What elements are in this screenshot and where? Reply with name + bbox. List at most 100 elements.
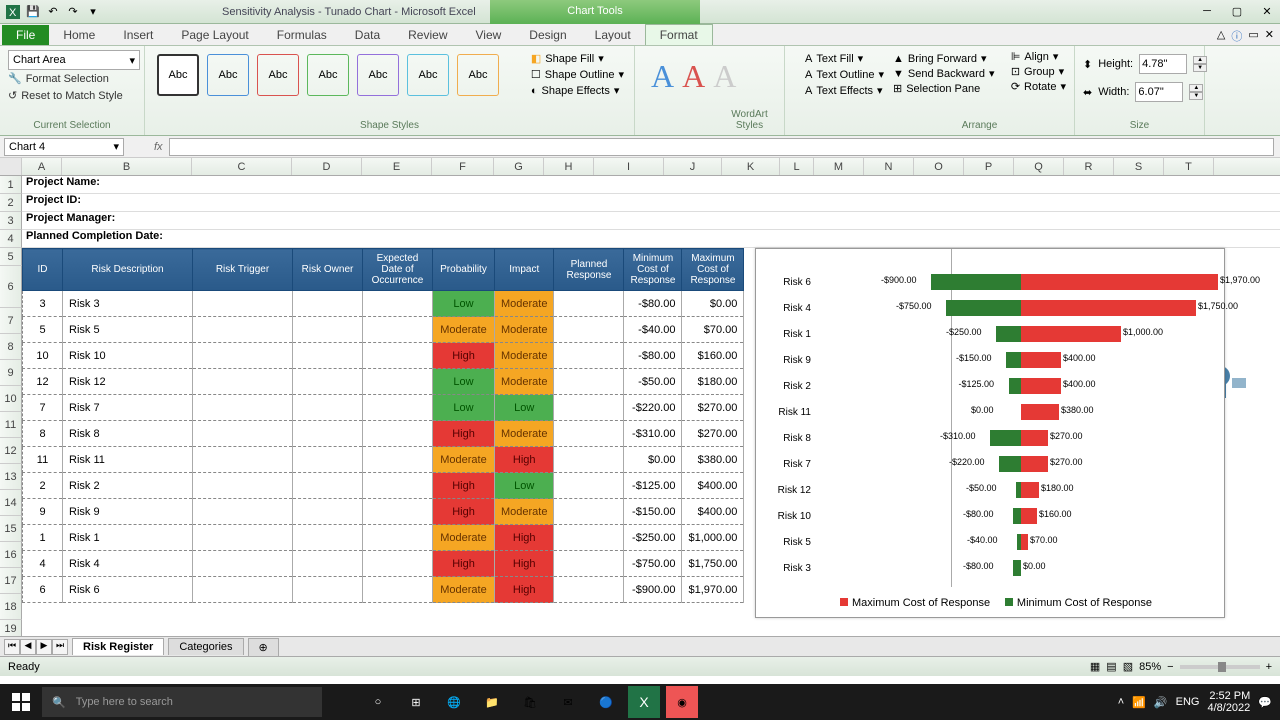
table-row[interactable]: 11Risk 11ModerateHigh$0.00$380.00	[23, 447, 744, 473]
redo-icon[interactable]: ↷	[64, 3, 82, 21]
table-row[interactable]: 10Risk 10HighModerate-$80.00$160.00	[23, 343, 744, 369]
file-tab[interactable]: File	[2, 25, 49, 45]
col-header[interactable]: O	[914, 158, 964, 175]
chrome-icon[interactable]: 🔵	[590, 686, 622, 718]
table-header[interactable]: Risk Description	[63, 249, 193, 291]
row-header[interactable]: 6	[0, 266, 22, 308]
col-header[interactable]: H	[544, 158, 594, 175]
cortana-icon[interactable]: ○	[362, 686, 394, 718]
store-icon[interactable]: 🛍	[514, 686, 546, 718]
last-sheet-icon[interactable]: ⏭	[52, 639, 68, 655]
table-header[interactable]: Planned Response	[554, 249, 624, 291]
volume-icon[interactable]: 🔊	[1154, 696, 1168, 709]
view-break-icon[interactable]: ▧	[1123, 660, 1133, 673]
name-box[interactable]: Chart 4▾	[4, 138, 124, 156]
close-icon[interactable]: ✕	[1258, 2, 1276, 20]
zoom-in-icon[interactable]: +	[1266, 661, 1272, 673]
col-header[interactable]: M	[814, 158, 864, 175]
height-input[interactable]	[1139, 54, 1187, 74]
shape-style-1[interactable]: Abc	[157, 54, 199, 96]
wordart-style-1[interactable]: A	[651, 58, 674, 95]
col-header[interactable]: K	[722, 158, 780, 175]
tab-view[interactable]: View	[462, 25, 516, 45]
col-header[interactable]: N	[864, 158, 914, 175]
height-up[interactable]: ▲	[1193, 56, 1207, 64]
reset-style-button[interactable]: ↺Reset to Match Style	[8, 87, 136, 104]
tab-format[interactable]: Format	[645, 24, 713, 45]
width-down[interactable]: ▼	[1189, 92, 1203, 100]
text-effects-button[interactable]: AText Effects ▾	[805, 84, 884, 97]
tab-data[interactable]: Data	[341, 25, 394, 45]
recorder-icon[interactable]: ◉	[666, 686, 698, 718]
row-header[interactable]: 11	[0, 412, 22, 438]
table-header[interactable]: ID	[23, 249, 63, 291]
table-header[interactable]: Probability	[433, 249, 495, 291]
col-header[interactable]: A	[22, 158, 62, 175]
row-header[interactable]: 17	[0, 568, 22, 594]
row-header[interactable]: 14	[0, 490, 22, 516]
excel-icon[interactable]: X	[4, 3, 22, 21]
rotate-button[interactable]: ⟳ Rotate ▾	[1011, 80, 1066, 93]
col-header[interactable]: F	[432, 158, 494, 175]
col-header[interactable]: G	[494, 158, 544, 175]
col-header[interactable]: C	[192, 158, 292, 175]
row-header[interactable]: 15	[0, 516, 22, 542]
new-sheet-icon[interactable]: ⊕	[248, 638, 279, 656]
network-icon[interactable]: 📶	[1132, 696, 1146, 709]
shape-style-5[interactable]: Abc	[357, 54, 399, 96]
task-view-icon[interactable]: ⊞	[400, 686, 432, 718]
row-header[interactable]: 7	[0, 308, 22, 334]
prev-sheet-icon[interactable]: ◀	[20, 639, 36, 655]
col-header[interactable]: B	[62, 158, 192, 175]
table-header[interactable]: Maximum Cost of Response	[682, 249, 744, 291]
view-layout-icon[interactable]: ▤	[1106, 660, 1116, 673]
tab-insert[interactable]: Insert	[109, 25, 167, 45]
minimize-icon[interactable]: ─	[1198, 2, 1216, 20]
table-row[interactable]: 7Risk 7LowLow-$220.00$270.00	[23, 395, 744, 421]
wordart-style-3[interactable]: A	[713, 58, 736, 95]
format-selection-button[interactable]: 🔧Format Selection	[8, 70, 136, 87]
col-header[interactable]: E	[362, 158, 432, 175]
col-header[interactable]: T	[1164, 158, 1214, 175]
help-icon[interactable]: ⓘ	[1231, 28, 1242, 44]
taskbar-search[interactable]: 🔍Type here to search	[42, 687, 322, 717]
tab-home[interactable]: Home	[49, 25, 109, 45]
qat-dropdown-icon[interactable]: ▾	[84, 3, 102, 21]
row-header[interactable]: 3	[0, 212, 22, 230]
view-normal-icon[interactable]: ▦	[1090, 660, 1100, 673]
next-sheet-icon[interactable]: ▶	[36, 639, 52, 655]
window-close-icon[interactable]: ✕	[1265, 28, 1274, 44]
window-min-icon[interactable]: ▭	[1248, 28, 1258, 44]
table-header[interactable]: Expected Date of Occurrence	[363, 249, 433, 291]
table-header[interactable]: Risk Owner	[293, 249, 363, 291]
table-row[interactable]: 5Risk 5ModerateModerate-$40.00$70.00	[23, 317, 744, 343]
row-header[interactable]: 1	[0, 176, 22, 194]
col-header[interactable]: Q	[1014, 158, 1064, 175]
save-icon[interactable]: 💾	[24, 3, 42, 21]
row-header[interactable]: 18	[0, 594, 22, 620]
tab-layout[interactable]: Layout	[581, 25, 645, 45]
row-header[interactable]: 8	[0, 334, 22, 360]
row-header[interactable]: 4	[0, 230, 22, 248]
select-all-corner[interactable]	[0, 158, 22, 175]
shape-outline-button[interactable]: ☐Shape Outline ▾	[531, 68, 624, 81]
sheet-tab-active[interactable]: Risk Register	[72, 638, 164, 655]
col-header[interactable]: R	[1064, 158, 1114, 175]
row-header[interactable]: 19	[0, 620, 22, 636]
row-header[interactable]: 16	[0, 542, 22, 568]
formula-bar[interactable]	[169, 138, 1274, 156]
start-button[interactable]	[0, 684, 42, 720]
width-up[interactable]: ▲	[1189, 84, 1203, 92]
zoom-out-icon[interactable]: −	[1167, 661, 1173, 673]
notifications-icon[interactable]: 💬	[1258, 696, 1272, 709]
height-down[interactable]: ▼	[1193, 64, 1207, 72]
language-indicator[interactable]: ENG	[1176, 696, 1200, 708]
shape-style-4[interactable]: Abc	[307, 54, 349, 96]
tornado-chart[interactable]: Risk 6 -$900.00 $1,970.00Risk 4 -$750.00…	[755, 248, 1225, 618]
edge-icon[interactable]: 🌐	[438, 686, 470, 718]
chart-element-selector[interactable]: Chart Area▾	[8, 50, 140, 70]
row-header[interactable]: 13	[0, 464, 22, 490]
width-input[interactable]	[1135, 82, 1183, 102]
tab-page-layout[interactable]: Page Layout	[167, 25, 262, 45]
col-header[interactable]: J	[664, 158, 722, 175]
